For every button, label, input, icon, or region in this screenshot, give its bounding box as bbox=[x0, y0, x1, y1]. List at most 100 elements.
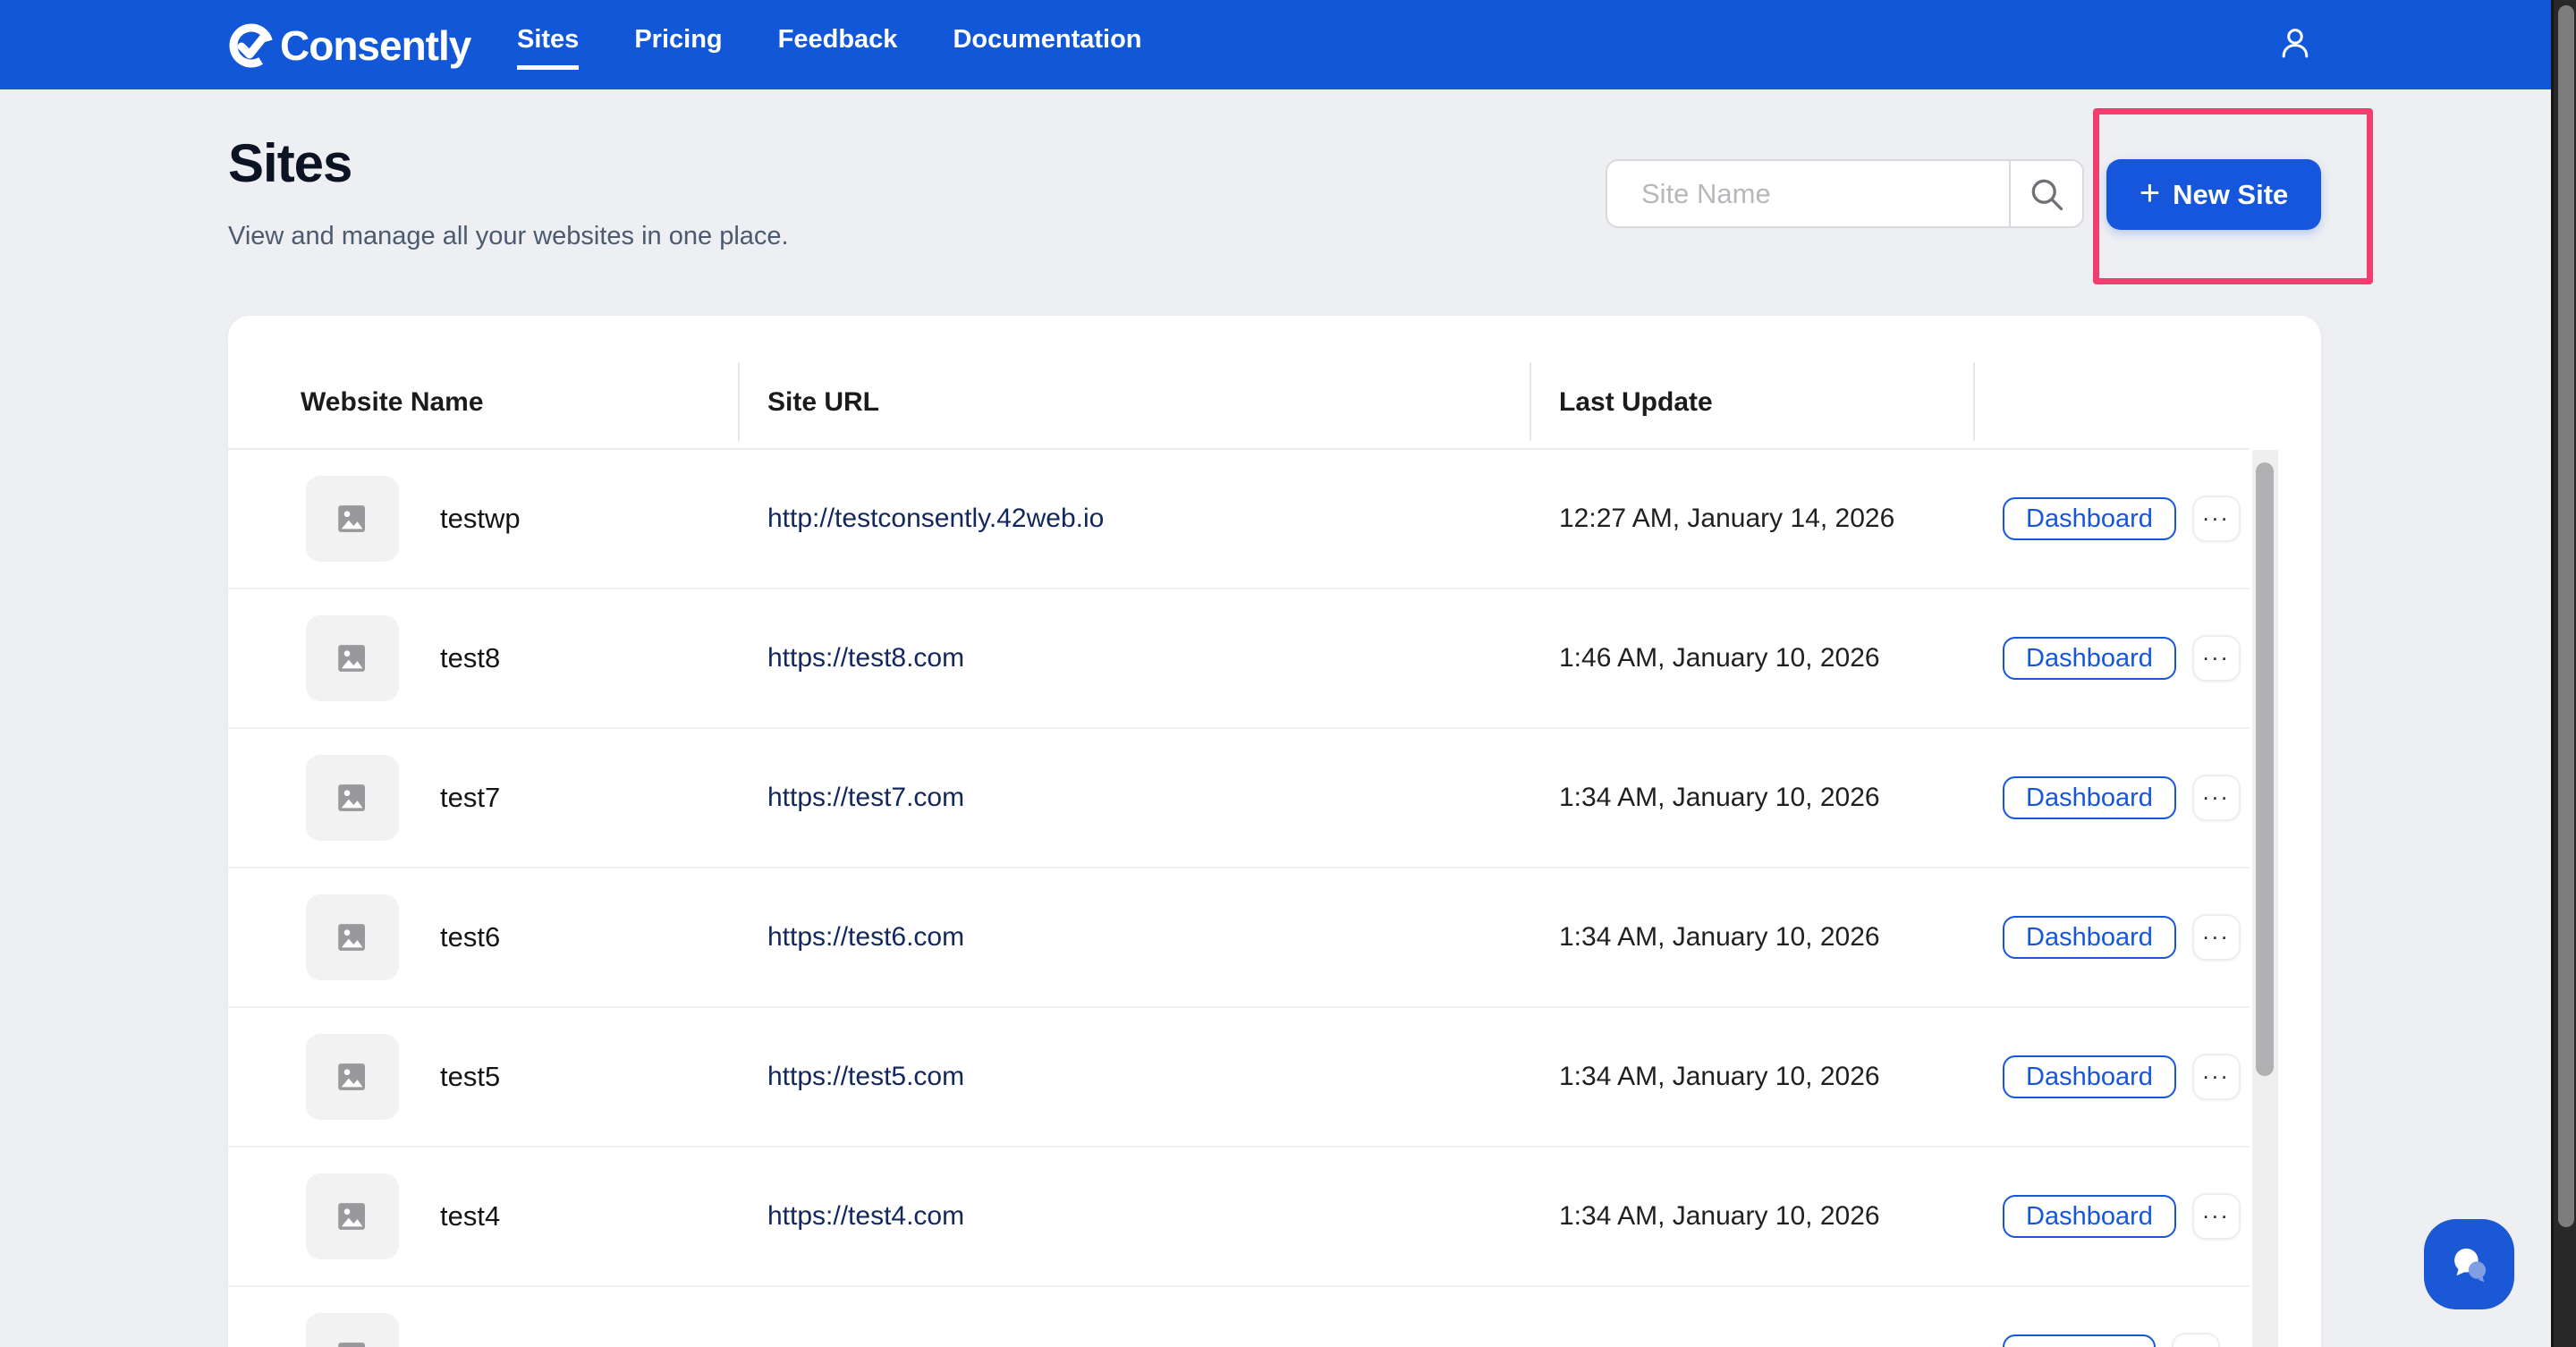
site-url-link[interactable]: https://test6.com bbox=[767, 922, 964, 952]
row-actions-cell: Dashboard ... bbox=[1973, 1054, 2250, 1100]
top-navigation-bar: Consently Sites Pricing Feedback Documen… bbox=[0, 0, 2576, 89]
window-scrollbar-track[interactable] bbox=[2551, 0, 2576, 1347]
row-menu-button[interactable]: ... bbox=[2191, 775, 2241, 821]
website-name-cell: test4 bbox=[228, 1173, 738, 1259]
website-name-cell: testwp bbox=[228, 476, 738, 562]
site-name: test8 bbox=[440, 642, 501, 674]
user-account-button[interactable] bbox=[2274, 23, 2317, 66]
site-url-cell: https://test5.com bbox=[738, 1062, 1530, 1092]
table-row: test5 https://test5.com 1:34 AM, January… bbox=[228, 1008, 2250, 1148]
table-scrollbar-thumb[interactable] bbox=[2256, 462, 2274, 1076]
site-thumbnail bbox=[306, 1313, 399, 1347]
dashboard-button[interactable] bbox=[2003, 1334, 2156, 1347]
dashboard-button[interactable]: Dashboard bbox=[2003, 1195, 2176, 1238]
new-site-button[interactable]: + New Site bbox=[2106, 159, 2321, 230]
image-placeholder-icon bbox=[338, 784, 365, 811]
dashboard-button[interactable]: Dashboard bbox=[2003, 916, 2176, 959]
brand-name: Consently bbox=[280, 22, 471, 69]
page-subtitle: View and manage all your websites in one… bbox=[228, 222, 789, 250]
ellipsis-icon: ... bbox=[2202, 1057, 2231, 1084]
ellipsis-icon: ... bbox=[2202, 1197, 2231, 1224]
search-input[interactable] bbox=[1607, 161, 2009, 226]
site-thumbnail bbox=[306, 1173, 399, 1259]
last-update-cell: 1:34 AM, January 10, 2026 bbox=[1559, 922, 1880, 952]
search-icon bbox=[2031, 179, 2063, 210]
table-scrollbar-track[interactable] bbox=[2252, 450, 2278, 1347]
site-thumbnail bbox=[306, 755, 399, 841]
site-name: testwp bbox=[440, 503, 521, 534]
dashboard-button[interactable]: Dashboard bbox=[2003, 637, 2176, 680]
website-name-cell: test5 bbox=[228, 1034, 738, 1120]
site-thumbnail bbox=[306, 1034, 399, 1120]
nav-item-sites[interactable]: Sites bbox=[517, 20, 580, 70]
image-placeholder-icon bbox=[338, 1343, 365, 1347]
new-site-label: New Site bbox=[2173, 178, 2289, 210]
nav-item-feedback[interactable]: Feedback bbox=[778, 20, 898, 70]
table-header-row: Website Name Site URL Last Update bbox=[228, 316, 2250, 450]
row-menu-button[interactable]: ... bbox=[2191, 496, 2241, 542]
table-row: test4 https://test4.com 1:34 AM, January… bbox=[228, 1148, 2250, 1287]
header-divider bbox=[1973, 362, 1975, 441]
row-menu-button[interactable]: ... bbox=[2191, 635, 2241, 682]
window-scrollbar-thumb[interactable] bbox=[2558, 5, 2574, 1227]
last-update-cell: 1:34 AM, January 10, 2026 bbox=[1559, 783, 1880, 812]
row-menu-button[interactable]: ... bbox=[2191, 914, 2241, 961]
site-thumbnail bbox=[306, 615, 399, 701]
site-name: test4 bbox=[440, 1200, 501, 1232]
site-url-link[interactable]: http://testconsently.42web.io bbox=[767, 504, 1104, 533]
site-url-link[interactable]: https://test5.com bbox=[767, 1062, 964, 1091]
consently-logo-icon bbox=[229, 23, 274, 68]
main-nav: Sites Pricing Feedback Documentation bbox=[517, 0, 1142, 89]
table-row: test6 https://test6.com 1:34 AM, January… bbox=[228, 868, 2250, 1008]
column-header-website-name: Website Name bbox=[301, 387, 484, 417]
image-placeholder-icon bbox=[338, 1063, 365, 1090]
user-icon bbox=[2282, 28, 2309, 58]
website-name-cell: test6 bbox=[228, 894, 738, 980]
dashboard-button[interactable]: Dashboard bbox=[2003, 776, 2176, 819]
dashboard-button[interactable]: Dashboard bbox=[2003, 1055, 2176, 1098]
page-title: Sites bbox=[228, 133, 352, 193]
column-header-actions bbox=[1973, 418, 2250, 448]
site-url-link[interactable]: https://test8.com bbox=[767, 643, 964, 673]
header-divider bbox=[1530, 362, 1531, 441]
ellipsis-icon: ... bbox=[2182, 1338, 2210, 1347]
site-url-cell: https://test8.com bbox=[738, 643, 1530, 674]
column-header-site-url: Site URL bbox=[767, 387, 880, 417]
image-placeholder-icon bbox=[338, 505, 365, 532]
site-thumbnail bbox=[306, 894, 399, 980]
site-url-cell: https://test6.com bbox=[738, 922, 1530, 953]
row-menu-button[interactable]: ... bbox=[2191, 1054, 2241, 1100]
table-row: test8 https://test8.com 1:46 AM, January… bbox=[228, 589, 2250, 729]
brand-logo[interactable]: Consently bbox=[228, 21, 471, 70]
row-actions-cell: Dashboard ... bbox=[1973, 635, 2250, 682]
image-placeholder-icon bbox=[338, 1203, 365, 1230]
nav-item-documentation[interactable]: Documentation bbox=[953, 20, 1141, 70]
website-name-cell bbox=[228, 1313, 738, 1347]
table-row: testwp http://testconsently.42web.io 12:… bbox=[228, 450, 2250, 589]
sites-table-card: Website Name Site URL Last Update testwp… bbox=[228, 316, 2321, 1347]
row-menu-button[interactable]: ... bbox=[2191, 1193, 2241, 1240]
chat-bubbles-icon bbox=[2453, 1248, 2486, 1282]
plus-icon: + bbox=[2139, 173, 2161, 213]
row-menu-button[interactable]: ... bbox=[2172, 1333, 2220, 1347]
website-name-cell: test7 bbox=[228, 755, 738, 841]
table-body: testwp http://testconsently.42web.io 12:… bbox=[228, 450, 2250, 1347]
search-button[interactable] bbox=[2009, 161, 2082, 226]
site-url-link[interactable]: https://test4.com bbox=[767, 1201, 964, 1231]
chat-launcher-button[interactable] bbox=[2424, 1219, 2514, 1309]
site-url-link[interactable]: https://test7.com bbox=[767, 783, 964, 812]
row-actions-cell: Dashboard ... bbox=[1973, 1193, 2250, 1240]
image-placeholder-icon bbox=[338, 645, 365, 672]
site-url-cell: http://testconsently.42web.io bbox=[738, 504, 1530, 534]
dashboard-button[interactable]: Dashboard bbox=[2003, 497, 2176, 540]
last-update-cell: 1:34 AM, January 10, 2026 bbox=[1559, 1062, 1880, 1091]
nav-item-pricing[interactable]: Pricing bbox=[634, 20, 722, 70]
row-actions-cell: Dashboard ... bbox=[1973, 496, 2250, 542]
website-name-cell: test8 bbox=[228, 615, 738, 701]
ellipsis-icon: ... bbox=[2202, 778, 2231, 805]
site-thumbnail bbox=[306, 476, 399, 562]
site-name: test6 bbox=[440, 921, 501, 953]
header-divider bbox=[738, 362, 740, 441]
last-update-cell: 12:27 AM, January 14, 2026 bbox=[1559, 504, 1895, 533]
ellipsis-icon: ... bbox=[2202, 918, 2231, 945]
